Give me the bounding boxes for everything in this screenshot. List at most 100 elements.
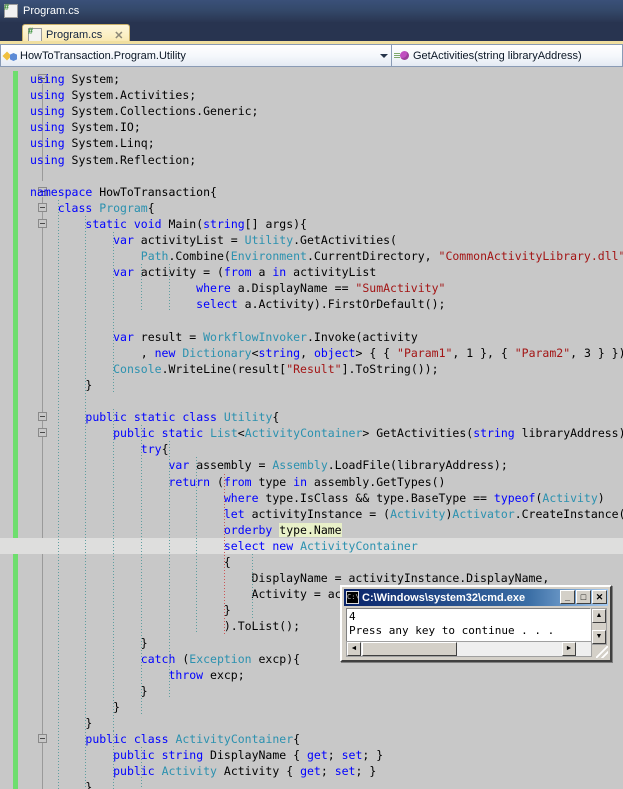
code-line[interactable]: using System.Collections.Generic; [0, 103, 623, 119]
code-token: from [224, 475, 252, 489]
code-line[interactable]: using System.Linq; [0, 135, 623, 151]
scroll-up-icon[interactable]: ▲ [592, 609, 606, 623]
code-line[interactable]: using System; [0, 71, 623, 87]
code-token: "Param1" [397, 346, 452, 360]
code-line[interactable] [0, 313, 623, 329]
scrollbar-thumb[interactable] [362, 642, 457, 656]
code-line[interactable]: { [0, 554, 623, 570]
code-token: string [162, 748, 204, 762]
code-token: < [238, 426, 245, 440]
type-scope-dropdown[interactable]: HowToTransaction.Program.Utility [0, 44, 392, 67]
code-token: object [314, 346, 356, 360]
code-token: .GetActivities( [293, 233, 397, 247]
scroll-down-icon[interactable]: ▼ [592, 630, 606, 644]
code-token: static [85, 217, 127, 231]
code-token: return [168, 475, 210, 489]
code-line[interactable]: , new Dictionary<string, object> { { "Pa… [0, 345, 623, 361]
code-token: throw [168, 668, 203, 682]
code-line[interactable]: } [0, 377, 623, 393]
code-token [30, 668, 168, 682]
code-token: ; [321, 764, 335, 778]
console-horizontal-scrollbar[interactable]: ◄ ► [346, 641, 592, 657]
code-token: ].ToString()); [342, 362, 439, 376]
code-line[interactable]: } [0, 715, 623, 731]
code-line[interactable]: DisplayName = activityInstance.DisplayNa… [0, 570, 623, 586]
code-line[interactable]: var result = WorkflowInvoker.Invoke(acti… [0, 329, 623, 345]
code-line[interactable]: try{ [0, 441, 623, 457]
code-line[interactable]: where a.DisplayName == "SumActivity" [0, 280, 623, 296]
code-line[interactable]: public class ActivityContainer{ [0, 731, 623, 747]
code-token: , [300, 346, 314, 360]
code-line[interactable]: select new ActivityContainer [0, 538, 623, 554]
console-vertical-scrollbar[interactable]: ▲ ▼ [591, 608, 607, 645]
code-line[interactable]: Console.WriteLine(result["Result"].ToStr… [0, 361, 623, 377]
code-token: a.Activity).FirstOrDefault(); [238, 297, 446, 311]
code-token: ActivityContainer [300, 539, 418, 553]
code-line[interactable]: using System.Activities; [0, 87, 623, 103]
code-editor[interactable]: using System;using System.Activities;usi… [0, 67, 623, 789]
code-line[interactable]: public static class Utility{ [0, 409, 623, 425]
code-line[interactable]: public static List<ActivityContainer> Ge… [0, 425, 623, 441]
code-line[interactable]: } [0, 699, 623, 715]
code-line[interactable]: static void Main(string[] args){ [0, 216, 623, 232]
indent-guide [224, 474, 225, 635]
code-line[interactable]: var assembly = Assembly.LoadFile(library… [0, 457, 623, 473]
code-token: [] args){ [245, 217, 307, 231]
code-token: set [335, 764, 356, 778]
resize-grip-icon[interactable] [596, 646, 608, 658]
code-line[interactable]: select a.Activity).FirstOrDefault(); [0, 296, 623, 312]
scroll-left-icon[interactable]: ◄ [347, 642, 361, 656]
code-token: var [113, 265, 134, 279]
code-token: Main( [162, 217, 204, 231]
scroll-right-icon[interactable]: ► [562, 642, 576, 656]
code-token [155, 748, 162, 762]
code-line[interactable]: using System.Reflection; [0, 152, 623, 168]
code-line[interactable]: namespace HowToTransaction{ [0, 184, 623, 200]
code-line[interactable]: where type.IsClass && type.BaseType == t… [0, 490, 623, 506]
code-line[interactable] [0, 393, 623, 409]
code-token: WorkflowInvoker [203, 330, 307, 344]
code-line[interactable]: let activityInstance = (Activity)Activat… [0, 506, 623, 522]
code-line[interactable]: Path.Combine(Environment.CurrentDirector… [0, 248, 623, 264]
maximize-button[interactable]: □ [576, 590, 591, 604]
code-line[interactable]: throw excp; [0, 667, 623, 683]
code-line[interactable]: class Program{ [0, 200, 623, 216]
code-text-area[interactable]: using System;using System.Activities;usi… [0, 67, 623, 789]
member-scope-label: GetActivities(string libraryAddress) [413, 50, 582, 62]
chevron-down-icon[interactable] [380, 54, 388, 58]
code-line[interactable] [0, 168, 623, 184]
code-token: using [30, 104, 65, 118]
code-token: System.Collections.Generic; [65, 104, 259, 118]
member-scope-dropdown[interactable]: GetActivities(string libraryAddress) [392, 44, 623, 67]
code-line[interactable]: public Activity Activity { get; set; } [0, 763, 623, 779]
code-line[interactable]: var activityList = Utility.GetActivities… [0, 232, 623, 248]
code-token: } [30, 684, 148, 698]
code-line[interactable]: orderby type.Name [0, 522, 623, 538]
code-line[interactable]: var activity = (from a in activityList [0, 264, 623, 280]
code-line[interactable]: } [0, 683, 623, 699]
indent-guide [113, 232, 114, 393]
code-token: DisplayName = activityInstance.DisplayNa… [30, 571, 549, 585]
code-token: Utility [245, 233, 293, 247]
code-token: Exception [189, 652, 251, 666]
code-line[interactable]: return (from type in assembly.GetTypes() [0, 474, 623, 490]
console-window[interactable]: C:\ C:\Windows\system32\cmd.exe _ □ ✕ 4P… [340, 585, 612, 662]
code-token: System.IO; [65, 120, 141, 134]
code-token: System; [65, 72, 120, 86]
code-token: { [272, 410, 279, 424]
close-icon[interactable]: ✕ [114, 29, 123, 42]
minimize-button[interactable]: _ [560, 590, 575, 604]
tab-program-cs[interactable]: Program.cs ✕ [22, 24, 130, 45]
console-output[interactable]: 4Press any key to continue . . . [346, 608, 591, 643]
window-title: Program.cs [23, 5, 79, 17]
close-button[interactable]: ✕ [592, 590, 607, 604]
indent-guide [141, 425, 142, 715]
console-title: C:\Windows\system32\cmd.exe [362, 592, 525, 604]
code-token: assembly.GetTypes() [307, 475, 445, 489]
indent-guide [196, 457, 197, 634]
code-line[interactable]: using System.IO; [0, 119, 623, 135]
code-token: Dictionary [182, 346, 251, 360]
code-token: } [30, 603, 231, 617]
code-line[interactable]: public string DisplayName { get; set; } [0, 747, 623, 763]
code-line[interactable]: } [0, 779, 623, 789]
